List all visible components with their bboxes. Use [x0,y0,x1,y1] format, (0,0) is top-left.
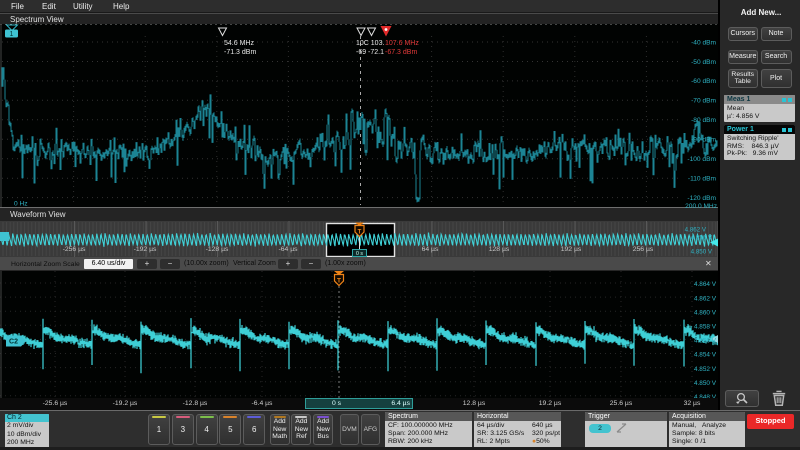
svg-text:-192 µs: -192 µs [134,246,157,253]
svg-text:128 µs: 128 µs [489,246,510,253]
svg-text:-256 µs: -256 µs [63,246,86,253]
svg-text:10C 103.: 10C 103. [356,40,384,47]
svg-text:192 µs: 192 µs [561,246,582,253]
svg-text:-67.3 dBm: -67.3 dBm [385,49,417,56]
svg-text:107.6 MHz: 107.6 MHz [385,40,419,47]
svg-text:4.856 V: 4.856 V [694,338,717,345]
svg-text:-71.3 dBm: -71.3 dBm [224,49,256,56]
svg-text:-100 dBm: -100 dBm [687,156,716,163]
svg-text:-60 dBm: -60 dBm [691,78,716,85]
svg-text:-64 µs: -64 µs [278,246,298,253]
svg-text:C2: C2 [9,339,18,346]
svg-text:-80 dBm: -80 dBm [691,117,716,124]
svg-text:T: T [337,278,341,285]
svg-text:4.850 V: 4.850 V [691,249,713,256]
svg-text:-110 dBm: -110 dBm [688,176,717,183]
svg-text:1: 1 [10,31,14,38]
svg-text:-40 dBm: -40 dBm [691,39,716,46]
svg-text:4.858 V: 4.858 V [694,324,717,331]
svg-text:54.6 MHz: 54.6 MHz [224,40,254,47]
svg-text:4.860 V: 4.860 V [694,309,717,316]
svg-text:256 µs: 256 µs [633,246,654,253]
svg-text:T: T [358,230,362,236]
svg-text:-120 dBm: -120 dBm [687,195,716,202]
svg-text:-70 dBm: -70 dBm [691,98,716,105]
svg-text:4.862 V: 4.862 V [685,227,707,234]
svg-text:-50 dBm: -50 dBm [691,59,716,66]
svg-text:-69 -72.1: -69 -72.1 [356,49,384,56]
svg-text:4.856 V: 4.856 V [691,235,713,242]
svg-text:-128 µs: -128 µs [206,246,229,253]
svg-text:-90 dBm: -90 dBm [691,137,716,144]
svg-text:64 µs: 64 µs [422,246,439,253]
svg-text:4.850 V: 4.850 V [694,380,717,387]
svg-text:4.862 V: 4.862 V [694,295,717,302]
svg-text:4.852 V: 4.852 V [694,366,717,373]
svg-text:4.854 V: 4.854 V [694,352,717,359]
svg-text:4.864 V: 4.864 V [694,281,717,288]
